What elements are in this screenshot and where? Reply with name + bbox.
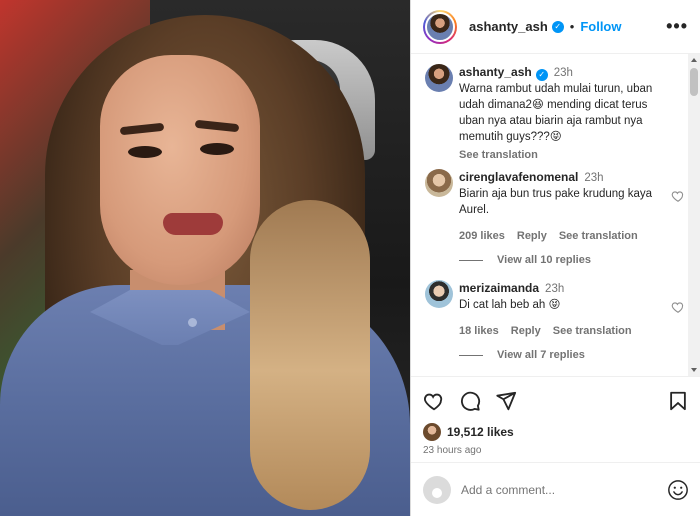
- right-eye: [200, 143, 234, 155]
- post-timestamp[interactable]: 23 hours ago: [423, 445, 689, 456]
- comment-avatar[interactable]: [425, 169, 453, 197]
- comments-list[interactable]: ashanty_ash ✓ 23h Warna rambut udah mulai …: [411, 54, 700, 376]
- view-replies-label[interactable]: View all 7 replies: [497, 349, 585, 361]
- comments-scrollbar[interactable]: [688, 54, 700, 376]
- liker-avatar[interactable]: [423, 423, 441, 441]
- heart-icon[interactable]: [671, 300, 685, 314]
- view-replies-button[interactable]: View all 7 replies: [459, 349, 585, 361]
- scroll-up-arrow-icon[interactable]: [691, 58, 697, 62]
- replies-line: [459, 354, 483, 356]
- shirt-button: [188, 318, 197, 327]
- post-actions: 19,512 likes 23 hours ago: [411, 376, 700, 456]
- separator-dot: •: [569, 19, 575, 34]
- comment-username[interactable]: cirenglavafenomenal: [459, 170, 578, 184]
- comment-composer: [411, 462, 700, 516]
- see-translation-button[interactable]: See translation: [553, 323, 632, 339]
- lips: [163, 213, 223, 235]
- post-photo[interactable]: [0, 0, 410, 516]
- scrollbar-thumb[interactable]: [690, 68, 698, 96]
- heart-icon[interactable]: [671, 189, 685, 203]
- caption-username[interactable]: ashanty_ash: [459, 65, 532, 79]
- hair-strands: [250, 200, 370, 510]
- more-options-icon[interactable]: •••: [666, 16, 688, 37]
- heart-icon[interactable]: [423, 390, 445, 412]
- comment-avatar[interactable]: [425, 280, 453, 308]
- reply-button[interactable]: Reply: [511, 323, 541, 339]
- author-username[interactable]: ashanty_ash: [469, 19, 548, 34]
- view-replies-label[interactable]: View all 10 replies: [497, 254, 591, 266]
- share-icon[interactable]: [495, 390, 517, 412]
- comment-time[interactable]: 23h: [584, 172, 603, 184]
- post-header: ashanty_ash ✓ • Follow •••: [411, 0, 700, 54]
- left-eye: [128, 146, 162, 158]
- see-translation-button[interactable]: See translation: [559, 228, 638, 244]
- face: [100, 55, 260, 285]
- comment-username[interactable]: merizaimanda: [459, 281, 539, 295]
- follow-button[interactable]: Follow: [580, 19, 621, 34]
- comment-input[interactable]: [461, 482, 667, 497]
- caption: ashanty_ash ✓ 23h Warna rambut udah mulai …: [425, 64, 675, 163]
- verified-badge-icon: ✓: [551, 20, 564, 33]
- comment-likes[interactable]: 209 likes: [459, 228, 505, 244]
- caption-see-translation[interactable]: See translation: [459, 147, 675, 163]
- caption-text: Warna rambut udah mulai turun, uban udah…: [459, 83, 653, 143]
- scroll-down-arrow-icon[interactable]: [691, 368, 697, 372]
- comment-text: Biarin aja bun trus pake krudung kaya Au…: [459, 188, 653, 216]
- replies-line: [459, 259, 483, 261]
- comment-text: Di cat lah beb ah 😝: [459, 299, 561, 311]
- likes-count[interactable]: 19,512 likes: [447, 425, 514, 439]
- caption-avatar[interactable]: [425, 64, 453, 92]
- comment-icon[interactable]: [459, 390, 481, 412]
- comment-likes[interactable]: 18 likes: [459, 323, 499, 339]
- bookmark-icon[interactable]: [667, 390, 689, 412]
- comment-item: merizaimanda 23h Di cat lah beb ah 😝 18 l…: [425, 280, 684, 339]
- reply-button[interactable]: Reply: [517, 228, 547, 244]
- emoji-icon[interactable]: [667, 479, 689, 501]
- verified-badge-icon: ✓: [535, 69, 548, 81]
- post-side-panel: ashanty_ash ✓ • Follow ••• ashanty_ash ✓ 2…: [410, 0, 700, 516]
- current-user-avatar: [423, 475, 451, 504]
- author-avatar[interactable]: [423, 9, 457, 44]
- view-replies-button[interactable]: View all 10 replies: [459, 254, 591, 266]
- comment-time[interactable]: 23h: [545, 283, 564, 295]
- comment-item: cirenglavafenomenal 23h Biarin aja bun tr…: [425, 169, 684, 244]
- caption-time[interactable]: 23h: [554, 67, 573, 79]
